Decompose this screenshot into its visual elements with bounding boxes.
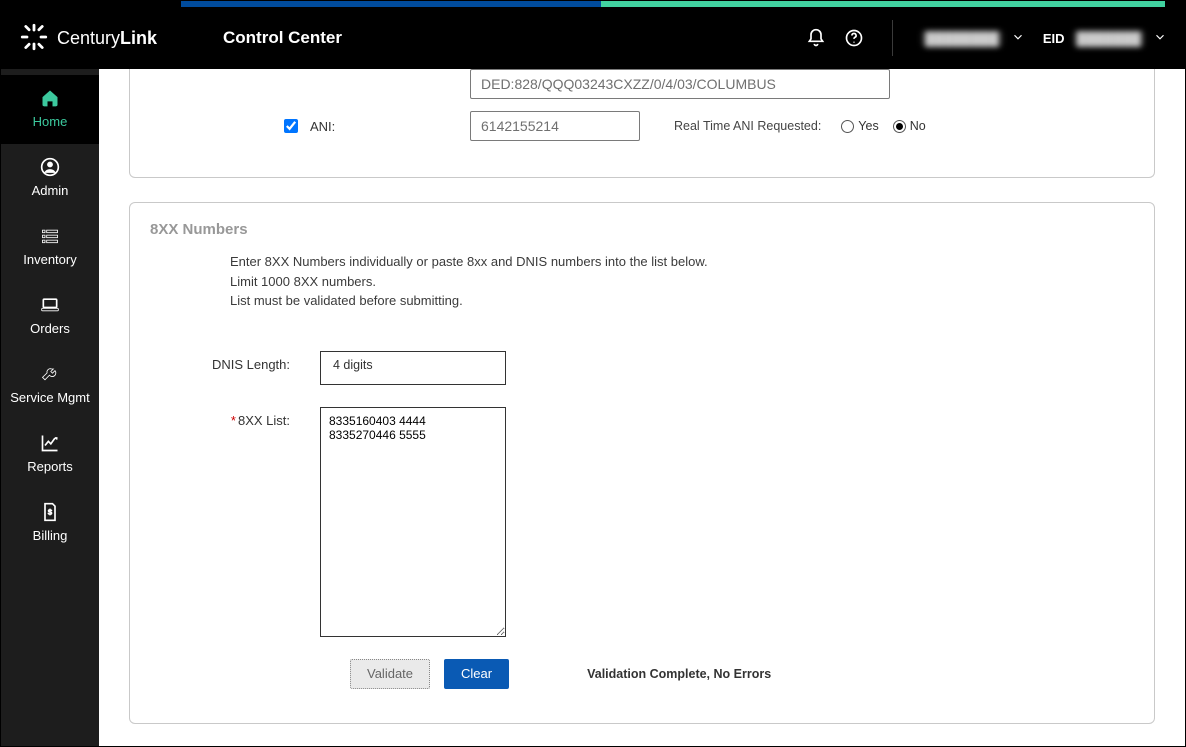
sidebar-item-billing[interactable]: $ Billing <box>1 489 99 558</box>
ani-checkbox[interactable] <box>284 119 298 133</box>
invoice-icon: $ <box>39 501 61 523</box>
svg-text:$: $ <box>48 507 53 516</box>
user-name-masked: ████████ <box>921 31 1003 46</box>
eid-label: EID <box>1043 31 1065 46</box>
brand-text: CenturyLink <box>57 28 157 49</box>
dnis-length-label: DNIS Length: <box>150 351 320 372</box>
validation-message: Validation Complete, No Errors <box>587 667 771 681</box>
sidebar-item-label: Home <box>33 115 68 130</box>
instructions: Enter 8XX Numbers individually or paste … <box>230 252 1134 311</box>
realtime-ani-label: Real Time ANI Requested: <box>674 119 821 133</box>
ani-label: ANI: <box>310 119 470 134</box>
sidebar-item-label: Service Mgmt <box>10 391 89 406</box>
vertical-divider <box>892 20 893 56</box>
sidebar-item-reports[interactable]: Reports <box>1 420 99 489</box>
sidebar-item-inventory[interactable]: Inventory <box>1 213 99 282</box>
radio-no-label: No <box>910 119 926 133</box>
sidebar-item-label: Inventory <box>23 253 76 268</box>
ded-field[interactable] <box>470 69 890 99</box>
wrench-icon <box>39 363 61 385</box>
help-icon[interactable] <box>844 28 864 48</box>
user-circle-icon <box>39 156 61 178</box>
radio-yes[interactable]: Yes <box>841 119 878 133</box>
sidebar-item-service-mgmt[interactable]: Service Mgmt <box>1 351 99 420</box>
sidebar-item-home[interactable]: Home <box>1 75 99 144</box>
ani-field[interactable] <box>470 111 640 141</box>
validate-button[interactable]: Validate <box>350 659 430 689</box>
instruction-line: Enter 8XX Numbers individually or paste … <box>230 252 1134 272</box>
home-icon <box>39 87 61 109</box>
instruction-line: Limit 1000 8XX numbers. <box>230 272 1134 292</box>
sidebar-item-admin[interactable]: Admin <box>1 144 99 213</box>
starburst-icon <box>19 22 49 55</box>
8xx-numbers-panel: 8XX Numbers Enter 8XX Numbers individual… <box>129 202 1155 724</box>
8xx-list-label: *8XX List: <box>150 407 320 428</box>
app-title: Control Center <box>223 28 342 48</box>
sidebar: Home Admin Inventory Orders Service Mgmt <box>1 69 99 746</box>
8xx-list-textarea[interactable] <box>320 407 506 637</box>
sidebar-item-label: Billing <box>33 529 68 544</box>
upper-panel: ANI: Real Time ANI Requested: Yes No <box>129 69 1155 178</box>
sidebar-item-orders[interactable]: Orders <box>1 282 99 351</box>
chevron-down-icon <box>1153 30 1167 47</box>
dnis-length-value[interactable]: 4 digits <box>320 351 506 385</box>
instruction-line: List must be validated before submitting… <box>230 291 1134 311</box>
radio-no[interactable]: No <box>893 119 926 133</box>
radio-icon <box>841 120 854 133</box>
list-icon <box>39 225 61 247</box>
user-menu[interactable]: ████████ <box>921 30 1025 47</box>
chart-icon <box>39 432 61 454</box>
clear-button[interactable]: Clear <box>444 659 509 689</box>
top-bar: CenturyLink Control Center ████████ EID … <box>1 7 1185 69</box>
brand-logo[interactable]: CenturyLink <box>19 22 209 55</box>
chevron-down-icon <box>1011 30 1025 47</box>
top-accent-strip <box>1 1 1185 7</box>
sidebar-item-label: Admin <box>32 184 69 199</box>
laptop-icon <box>39 294 61 316</box>
panel-title: 8XX Numbers <box>150 221 1134 238</box>
main-content: ANI: Real Time ANI Requested: Yes No <box>99 69 1185 746</box>
sidebar-item-label: Reports <box>27 460 73 475</box>
sidebar-item-label: Orders <box>30 322 70 337</box>
eid-menu[interactable]: EID ███████ <box>1043 30 1167 47</box>
radio-yes-label: Yes <box>858 119 878 133</box>
eid-value-masked: ███████ <box>1073 31 1145 46</box>
bell-icon[interactable] <box>806 28 826 48</box>
radio-icon <box>893 120 906 133</box>
